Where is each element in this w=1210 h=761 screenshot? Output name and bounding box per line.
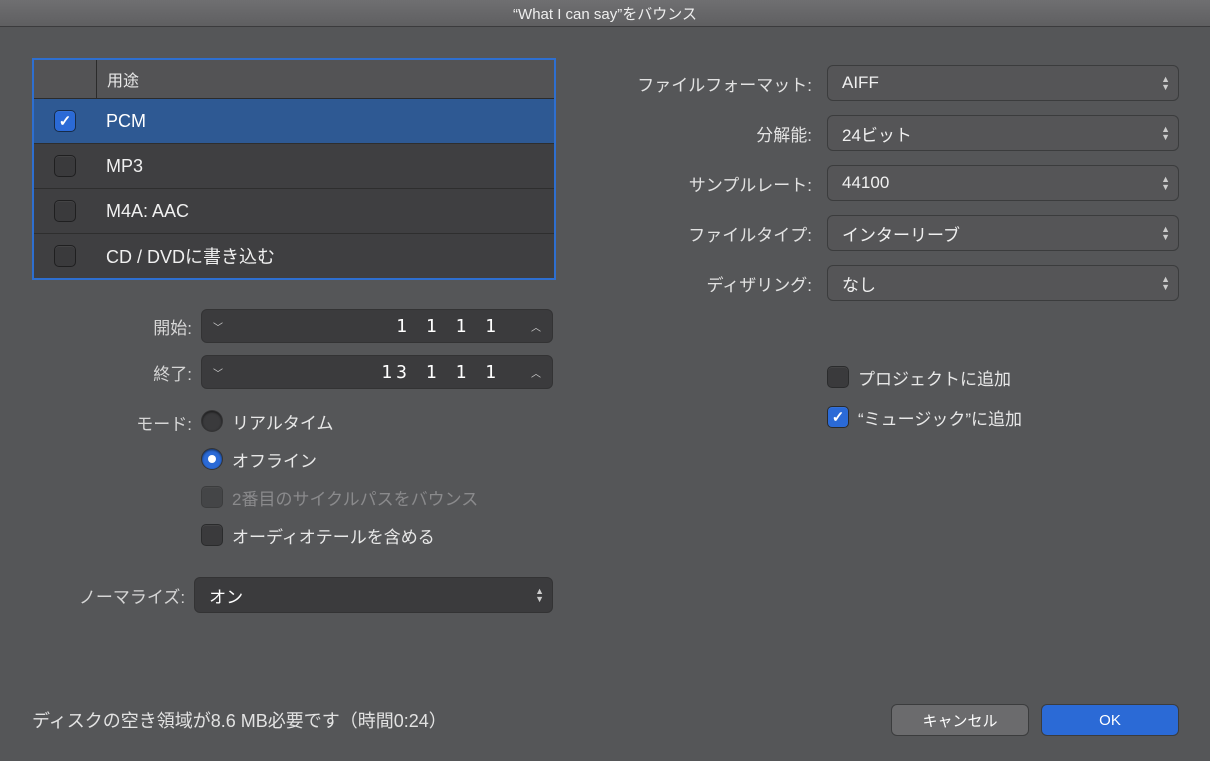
updown-icon: ▲▼	[535, 588, 544, 602]
file-format-label: ファイルフォーマット:	[592, 71, 812, 96]
start-label: 開始:	[32, 314, 192, 339]
destination-table: 用途 PCM MP3	[32, 58, 556, 280]
destination-check-m4a[interactable]	[34, 201, 96, 221]
destination-label: PCM	[96, 111, 554, 132]
right-column: ファイルフォーマット: AIFF ▲▼ 分解能: 24ビット ▲▼ サンプルレー…	[592, 58, 1178, 741]
add-to-project-label: プロジェクトに追加	[858, 365, 1011, 390]
end-position-stepper[interactable]: 13 1 1 1	[202, 356, 552, 388]
file-type-select[interactable]: インターリーブ ▲▼	[828, 216, 1178, 250]
normalize-value: オン	[209, 583, 243, 608]
checkbox-icon	[828, 367, 848, 387]
start-value[interactable]: 1 1 1 1	[234, 310, 520, 342]
chevron-up-icon[interactable]	[520, 356, 552, 388]
include-tail-label: オーディオテールを含める	[232, 523, 435, 548]
file-format-field: ファイルフォーマット: AIFF ▲▼	[592, 58, 1178, 108]
normalize-row: ノーマライズ: オン ▲▼	[32, 578, 552, 612]
cancel-button[interactable]: キャンセル	[892, 705, 1028, 735]
include-tail-option[interactable]: オーディオテールを含める	[202, 522, 478, 548]
chevron-down-icon[interactable]	[202, 356, 234, 388]
second-pass-option: 2番目のサイクルパスをバウンス	[202, 484, 478, 510]
start-position-row: 開始: 1 1 1 1	[32, 310, 552, 342]
mode-options: リアルタイム オフライン 2番目のサイクルパスをバウンス オーディオテ	[202, 408, 478, 548]
cancel-label: キャンセル	[922, 710, 997, 731]
dithering-select[interactable]: なし ▲▼	[828, 266, 1178, 300]
mode-realtime[interactable]: リアルタイム	[202, 408, 478, 434]
mode-label: モード:	[32, 408, 192, 435]
updown-icon: ▲▼	[1161, 226, 1170, 240]
destination-row-pcm[interactable]: PCM	[34, 99, 554, 144]
mode-offline-label: オフライン	[232, 447, 317, 472]
sample-rate-value: 44100	[842, 173, 889, 193]
window-title: “What I can say”をバウンス	[513, 3, 697, 24]
dithering-label: ディザリング:	[592, 271, 812, 296]
left-form: 開始: 1 1 1 1 終了: 13 1 1 1	[32, 310, 552, 612]
bounce-dialog: “What I can say”をバウンス 用途 PCM	[0, 0, 1210, 761]
checkbox-icon	[55, 111, 75, 131]
destination-label: CD / DVDに書き込む	[96, 243, 554, 269]
end-label: 終了:	[32, 360, 192, 385]
destination-header-check	[34, 60, 97, 98]
add-to-project-option[interactable]: プロジェクトに追加	[828, 364, 1178, 390]
updown-icon: ▲▼	[1161, 276, 1170, 290]
sample-rate-field: サンプルレート: 44100 ▲▼	[592, 158, 1178, 208]
checkbox-icon	[55, 156, 75, 176]
destination-label: M4A: AAC	[96, 201, 554, 222]
resolution-label: 分解能:	[592, 121, 812, 146]
checkbox-icon	[202, 487, 222, 507]
checkbox-icon	[202, 525, 222, 545]
ok-button[interactable]: OK	[1042, 705, 1178, 735]
checkbox-icon	[828, 407, 848, 427]
destination-check-mp3[interactable]	[34, 156, 96, 176]
resolution-field: 分解能: 24ビット ▲▼	[592, 108, 1178, 158]
add-to-music-label: “ミュージック”に追加	[858, 405, 1022, 430]
file-format-select[interactable]: AIFF ▲▼	[828, 66, 1178, 100]
end-value[interactable]: 13 1 1 1	[234, 356, 520, 388]
ok-label: OK	[1099, 712, 1121, 729]
file-format-value: AIFF	[842, 73, 879, 93]
dithering-field: ディザリング: なし ▲▼	[592, 258, 1178, 308]
file-type-label: ファイルタイプ:	[592, 221, 812, 246]
destination-header-label: 用途	[97, 60, 554, 98]
disk-status: ディスクの空き領域が8.6 MB必要です（時間0:24）	[32, 707, 447, 733]
footer-buttons: キャンセル OK	[892, 705, 1178, 735]
file-type-field: ファイルタイプ: インターリーブ ▲▼	[592, 208, 1178, 258]
destination-check-cd[interactable]	[34, 246, 96, 266]
sample-rate-select[interactable]: 44100 ▲▼	[828, 166, 1178, 200]
start-position-stepper[interactable]: 1 1 1 1	[202, 310, 552, 342]
chevron-down-icon[interactable]	[202, 310, 234, 342]
sample-rate-label: サンプルレート:	[592, 171, 812, 196]
file-type-value: インターリーブ	[842, 221, 960, 246]
normalize-select[interactable]: オン ▲▼	[195, 578, 552, 612]
updown-icon: ▲▼	[1161, 126, 1170, 140]
add-to-music-option[interactable]: “ミュージック”に追加	[828, 404, 1178, 430]
dithering-value: なし	[842, 271, 876, 296]
checkbox-icon	[55, 201, 75, 221]
checkbox-icon	[55, 246, 75, 266]
mode-row: モード: リアルタイム オフライン 2番目のサイクルパスをバウンス	[32, 408, 552, 548]
destination-header: 用途	[34, 60, 554, 99]
destination-row-mp3[interactable]: MP3	[34, 144, 554, 189]
destination-row-cd[interactable]: CD / DVDに書き込む	[34, 234, 554, 278]
resolution-value: 24ビット	[842, 121, 912, 146]
second-pass-label: 2番目のサイクルパスをバウンス	[232, 485, 478, 510]
destination-row-m4a[interactable]: M4A: AAC	[34, 189, 554, 234]
updown-icon: ▲▼	[1161, 176, 1170, 190]
chevron-up-icon[interactable]	[520, 310, 552, 342]
window-titlebar: “What I can say”をバウンス	[0, 0, 1210, 27]
dialog-content: 用途 PCM MP3	[0, 26, 1210, 761]
radio-icon	[202, 411, 222, 431]
destination-label: MP3	[96, 156, 554, 177]
dialog-footer: ディスクの空き領域が8.6 MB必要です（時間0:24） キャンセル OK	[32, 705, 1178, 735]
radio-icon	[202, 449, 222, 469]
updown-icon: ▲▼	[1161, 76, 1170, 90]
mode-offline[interactable]: オフライン	[202, 446, 478, 472]
left-column: 用途 PCM MP3	[32, 58, 552, 741]
add-options: プロジェクトに追加 “ミュージック”に追加	[592, 364, 1178, 430]
mode-realtime-label: リアルタイム	[232, 409, 334, 434]
normalize-label: ノーマライズ:	[32, 583, 185, 608]
end-position-row: 終了: 13 1 1 1	[32, 356, 552, 388]
resolution-select[interactable]: 24ビット ▲▼	[828, 116, 1178, 150]
destination-check-pcm[interactable]	[34, 111, 96, 131]
